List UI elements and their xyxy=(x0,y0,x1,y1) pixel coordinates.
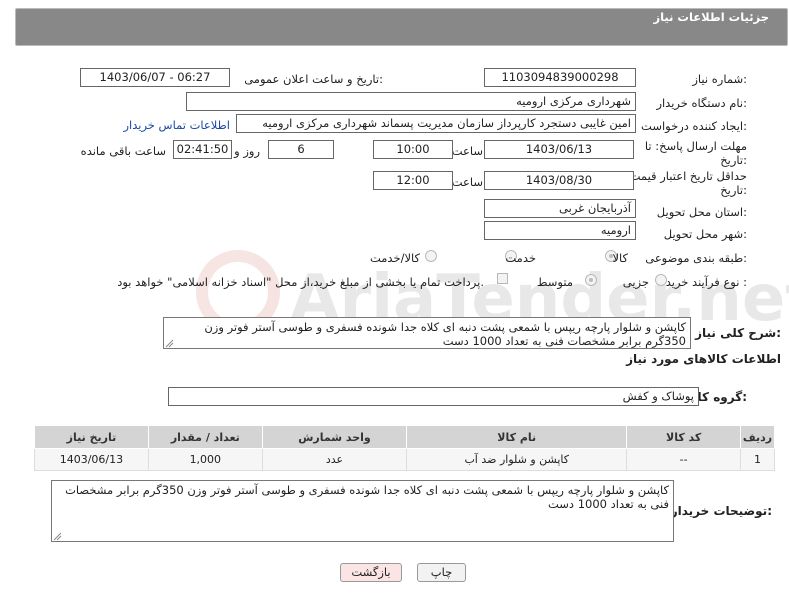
contact-link[interactable]: اطلاعات تماس خریدار xyxy=(123,118,230,132)
validity-time-field: 12:00 xyxy=(373,171,453,190)
col-code: کد کالا xyxy=(626,425,742,449)
table-row: 1 -- کاپشن و شلوار ضد آب عدد 1,000 1403/… xyxy=(34,448,775,471)
back-button[interactable]: بازگشت xyxy=(340,563,402,582)
col-unit: واحد شمارش xyxy=(261,425,408,449)
col-row: ردیف xyxy=(740,425,775,449)
deadline-time-field: 10:00 xyxy=(373,140,453,159)
col-name: نام کالا xyxy=(406,425,628,449)
validity-date-field: 1403/08/30 xyxy=(484,171,634,190)
goods-table-header: ردیف کد کالا نام کالا واحد شمارش تعداد /… xyxy=(34,425,775,449)
payment-text: پرداخت تمام یا بخشی از مبلغ خرید،از محل … xyxy=(117,275,484,289)
cell-name: کاپشن و شلوار ضد آب xyxy=(406,448,628,471)
category-both-radio[interactable] xyxy=(425,250,437,262)
announce-field: 1403/06/07 - 06:27 xyxy=(80,68,230,87)
city-label: شهر محل تحویل: xyxy=(663,227,747,241)
province-label: استان محل تحویل: xyxy=(656,205,747,219)
category-both-label: کالا/خدمت xyxy=(369,251,420,265)
remaining-label: ساعت باقی مانده xyxy=(80,144,166,158)
print-button[interactable]: چاپ xyxy=(417,563,466,582)
deadline-label-2: تاریخ: xyxy=(720,153,747,167)
deadline-label: مهلت ارسال پاسخ: تا xyxy=(644,139,747,153)
cell-date: 1403/06/13 xyxy=(34,448,149,471)
creator-field: امین غایبی دستجرد کارپرداز سازمان مدیریت… xyxy=(236,114,636,133)
page-title: جزئیات اطلاعات نیاز xyxy=(653,10,769,24)
cell-row: 1 xyxy=(740,448,775,471)
process-small-radio[interactable] xyxy=(655,274,667,286)
goods-table: ردیف کد کالا نام کالا واحد شمارش تعداد /… xyxy=(34,425,775,471)
category-goods-label: کالا xyxy=(612,251,628,265)
buyer-notes-label: توضیحات خریدار: xyxy=(670,504,772,518)
remaining-field: 02:41:50 xyxy=(173,140,232,159)
col-date: تاریخ نیاز xyxy=(34,425,149,449)
deadline-time-label: ساعت xyxy=(451,144,483,158)
deadline-date-field: 1403/06/13 xyxy=(484,140,634,159)
validity-label: حداقل تاریخ اعتبار قیمت: تا xyxy=(615,169,747,183)
need-number-field: 1103094839000298 xyxy=(484,68,636,87)
goods-group-field: پوشاک و کفش xyxy=(168,387,699,406)
resize-grip-icon[interactable] xyxy=(165,339,174,348)
resize-grip-icon[interactable] xyxy=(53,532,62,541)
days-field: 6 xyxy=(268,140,334,159)
validity-label-2: تاریخ: xyxy=(720,183,747,197)
process-medium-label: متوسط xyxy=(536,275,573,289)
category-label: طبقه بندی موضوعی: xyxy=(645,251,747,265)
days-label: روز و xyxy=(234,144,260,158)
validity-time-label: ساعت xyxy=(451,175,483,189)
cell-qty: 1,000 xyxy=(147,448,263,471)
goods-section-title: اطلاعات کالاهای مورد نیاز xyxy=(626,352,781,366)
province-field: آذربایجان غربی xyxy=(484,199,636,218)
cell-unit: عدد xyxy=(261,448,408,471)
city-field: ارومیه xyxy=(484,221,636,240)
need-number-label: شماره نیاز: xyxy=(692,72,747,86)
process-medium-radio[interactable] xyxy=(585,274,597,286)
col-qty: تعداد / مقدار xyxy=(147,425,263,449)
payment-checkbox[interactable] xyxy=(497,273,508,284)
buyer-org-field: شهرداری مرکزی ارومیه xyxy=(186,92,636,111)
category-service-label: خدمت xyxy=(505,251,536,265)
buyer-org-label: نام دستگاه خریدار: xyxy=(656,96,747,110)
creator-label: ایجاد کننده درخواست: xyxy=(641,119,747,133)
process-small-label: جزیی xyxy=(622,275,649,289)
announce-label: تاریخ و ساعت اعلان عمومی: xyxy=(244,72,383,86)
process-label: نوع فرآیند خرید : xyxy=(665,275,747,289)
cell-code: -- xyxy=(626,448,742,471)
description-label: شرح کلی نیاز: xyxy=(695,326,781,340)
description-text: کاپشن و شلوار پارچه ریپس با شمعی پشت دنب… xyxy=(163,317,691,349)
buyer-notes-text: کاپشن و شلوار پارچه ریپس با شمعی پشت دنب… xyxy=(51,480,674,542)
